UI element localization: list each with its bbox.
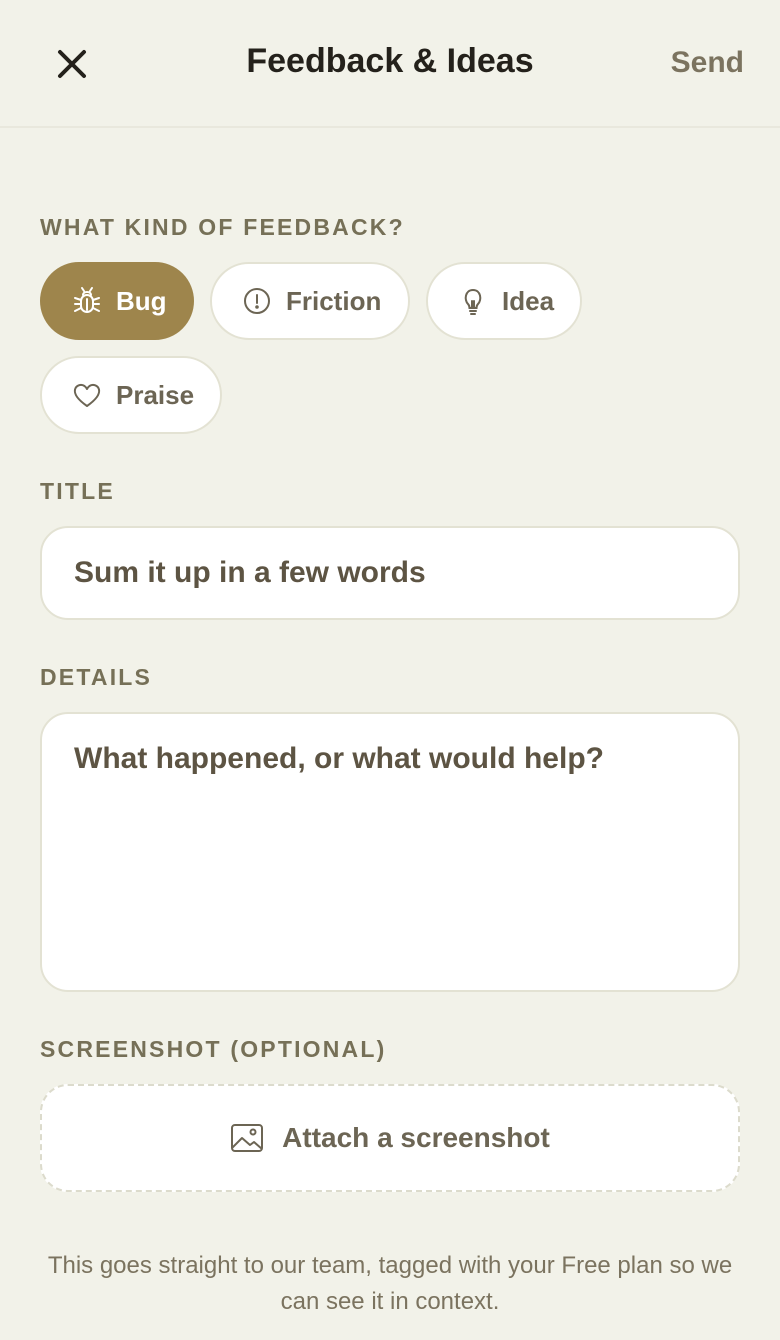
- chip-bug-label: Bug: [116, 285, 167, 316]
- chip-idea[interactable]: Idea: [426, 262, 582, 340]
- chip-friction-label: Friction: [286, 285, 382, 316]
- title-input[interactable]: Sum it up in a few words: [40, 526, 740, 620]
- bug-icon: [72, 286, 102, 316]
- send-button[interactable]: Send: [671, 46, 744, 80]
- details-label: DETAILS: [40, 664, 153, 690]
- chip-bug[interactable]: Bug: [40, 262, 194, 340]
- header-bar: Feedback & Ideas Send: [0, 0, 780, 128]
- title-label: TITLE: [40, 478, 115, 504]
- chip-praise[interactable]: Praise: [40, 356, 222, 434]
- feedback-type-label: WHAT KIND OF FEEDBACK?: [40, 214, 405, 240]
- image-icon: [231, 1124, 264, 1152]
- chip-friction[interactable]: Friction: [210, 262, 410, 340]
- footnote: This goes straight to our team, tagged w…: [47, 1252, 733, 1315]
- attach-screenshot-button[interactable]: Attach a screenshot: [40, 1084, 740, 1192]
- chip-idea-label: Idea: [502, 285, 555, 316]
- lightbulb-icon: [458, 286, 488, 316]
- details-placeholder: What happened, or what would help?: [74, 742, 604, 775]
- alert-circle-icon: [242, 286, 272, 316]
- heart-icon: [72, 380, 102, 410]
- attach-screenshot-label: Attach a screenshot: [282, 1122, 550, 1153]
- title-placeholder: Sum it up in a few words: [74, 556, 426, 589]
- details-textarea[interactable]: What happened, or what would help?: [40, 712, 740, 992]
- screenshot-label: SCREENSHOT (OPTIONAL): [40, 1036, 387, 1062]
- chip-praise-label: Praise: [116, 379, 195, 410]
- page-title: Feedback & Ideas: [246, 42, 534, 80]
